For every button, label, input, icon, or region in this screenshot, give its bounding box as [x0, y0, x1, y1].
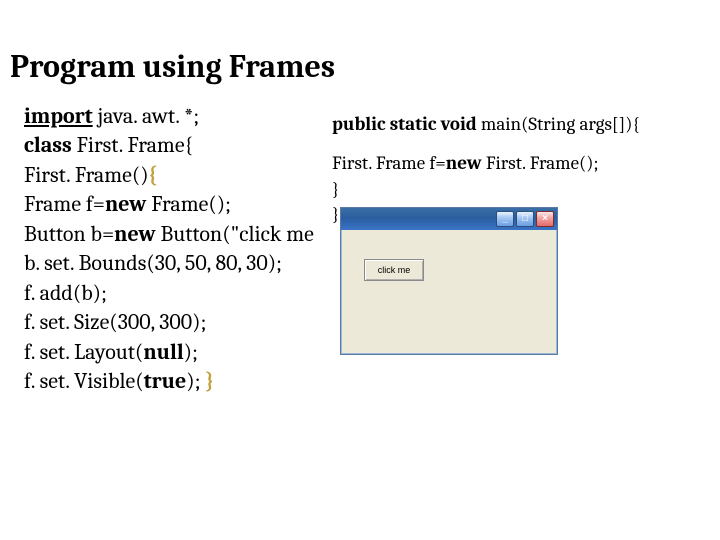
brace-close: }	[205, 368, 214, 394]
client-area: click me	[344, 231, 554, 351]
code-line: public static void main(String args[]){	[332, 112, 640, 137]
code-line: f. add(b);	[24, 279, 314, 308]
close-icon: ×	[542, 214, 548, 224]
kw-new: new	[446, 152, 486, 174]
slide-title: Program using Frames	[10, 48, 335, 85]
code-text: main(String args[]){	[481, 113, 640, 135]
code-left-column: import java. awt. *; class First. Frame{…	[24, 102, 314, 397]
code-line: First. Frame f=new First. Frame();	[332, 151, 640, 176]
code-text: java. awt. *;	[93, 103, 200, 129]
kw-null: null	[143, 339, 183, 365]
kw-true: true	[144, 368, 187, 394]
kw-psv: public static void	[332, 113, 481, 135]
code-line: f. set. Size(300, 300);	[24, 308, 314, 337]
click-me-button[interactable]: click me	[364, 259, 424, 281]
awt-frame-window: _ □ × click me	[340, 207, 558, 355]
brace-open: {	[149, 162, 158, 188]
code-line: Button b=new Button("click me	[24, 220, 314, 249]
code-text: First. Frame();	[486, 152, 599, 174]
kw-import: import	[24, 103, 93, 129]
code-line: }	[332, 177, 640, 202]
minimize-icon: _	[502, 214, 508, 224]
code-text: Button("click me	[161, 221, 314, 247]
code-text: First. Frame f=	[332, 152, 446, 174]
code-text: First. Frame()	[24, 162, 149, 188]
code-text: Button b=	[24, 221, 114, 247]
code-line: f. set. Layout(null);	[24, 338, 314, 367]
maximize-button[interactable]: □	[516, 211, 534, 227]
code-line: First. Frame(){	[24, 161, 314, 190]
code-text: f. set. Visible(	[24, 368, 144, 394]
code-text: );	[184, 339, 198, 365]
code-text: );	[186, 368, 205, 394]
code-line: class First. Frame{	[24, 131, 314, 160]
spacer	[332, 137, 640, 151]
kw-new: new	[114, 221, 160, 247]
kw-new: new	[105, 191, 151, 217]
code-text: Frame();	[151, 191, 231, 217]
kw-class: class	[24, 132, 77, 158]
code-text: First. Frame{	[77, 132, 193, 158]
code-line: import java. awt. *;	[24, 102, 314, 131]
code-line: b. set. Bounds(30, 50, 80, 30);	[24, 249, 314, 278]
code-text: Frame f=	[24, 191, 105, 217]
code-line: f. set. Visible(true); }	[24, 367, 314, 396]
code-line: Frame f=new Frame();	[24, 190, 314, 219]
titlebar: _ □ ×	[341, 208, 557, 230]
minimize-button[interactable]: _	[496, 211, 514, 227]
close-button[interactable]: ×	[536, 211, 554, 227]
code-text: f. set. Layout(	[24, 339, 143, 365]
maximize-icon: □	[522, 214, 528, 224]
